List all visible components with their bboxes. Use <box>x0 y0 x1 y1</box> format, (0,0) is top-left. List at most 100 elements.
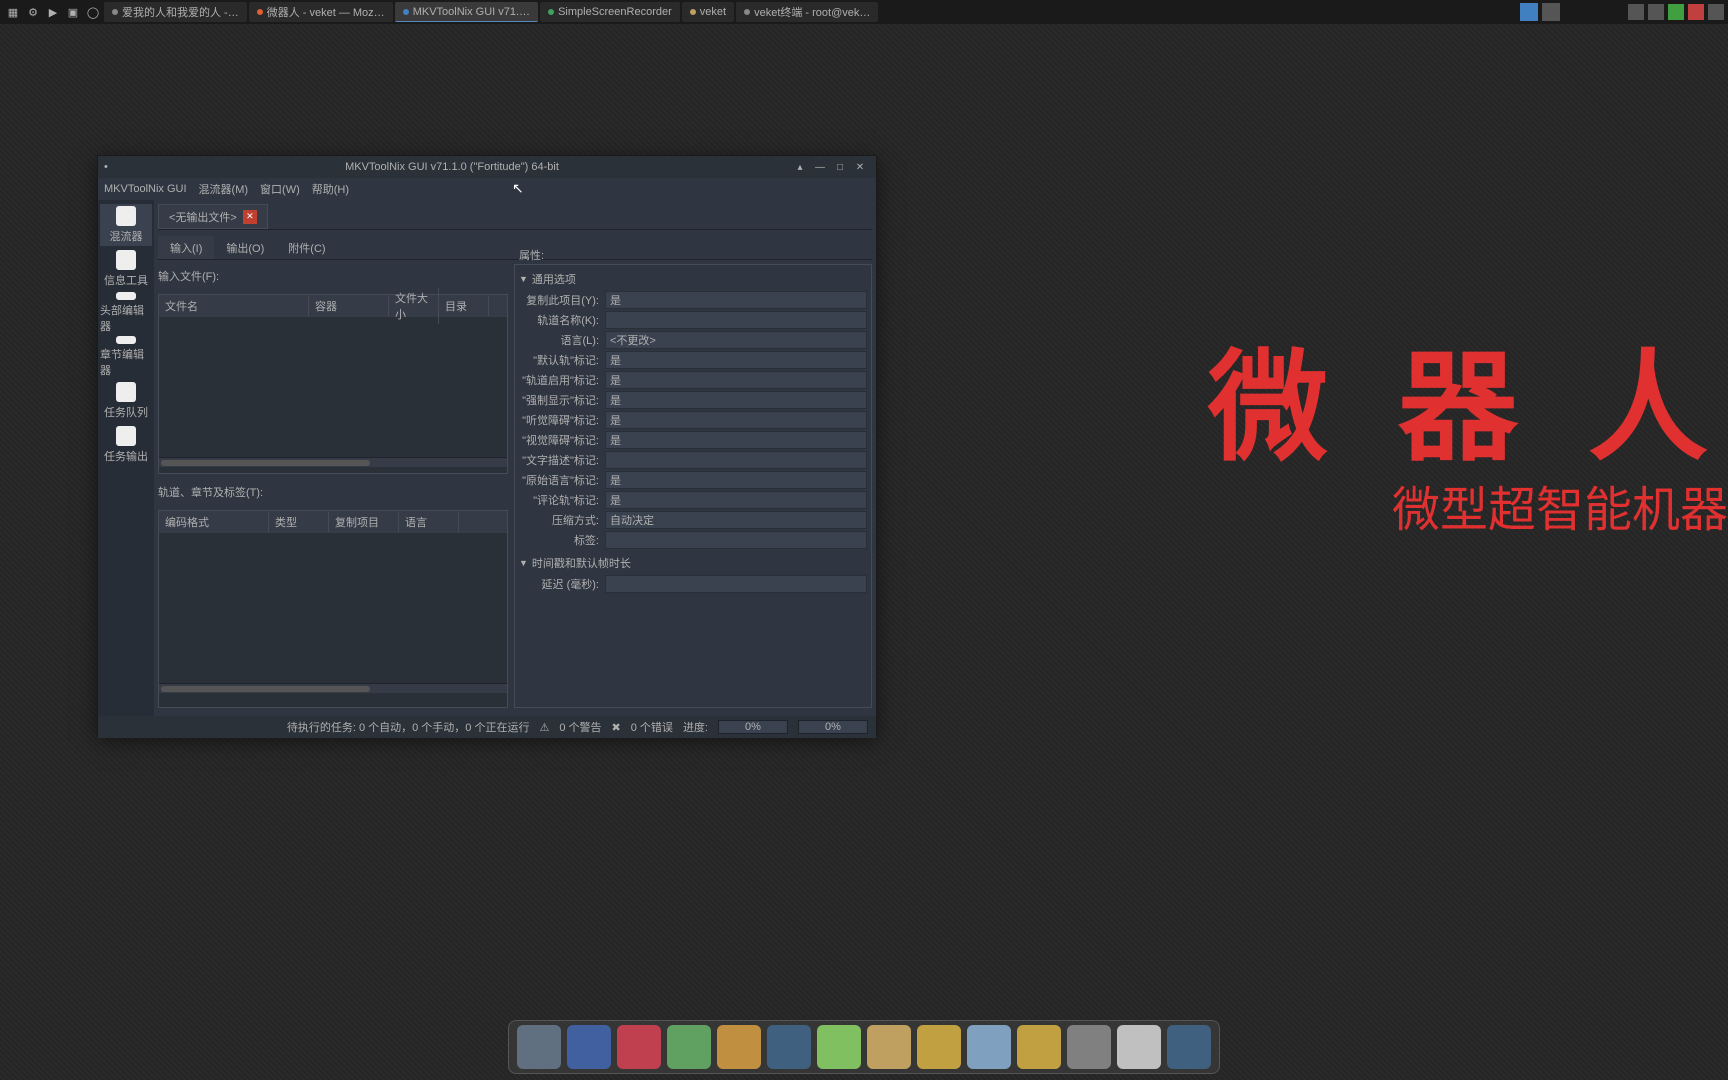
tray-battery-icon[interactable] <box>1668 4 1684 20</box>
dock-app[interactable] <box>567 1025 611 1069</box>
places-icon[interactable]: ⚙ <box>24 3 42 21</box>
property-field[interactable]: 是 <box>605 431 867 449</box>
property-field[interactable] <box>605 451 867 469</box>
property-field[interactable] <box>605 575 867 593</box>
menu-window[interactable]: 窗口(W) <box>260 181 300 197</box>
group-title: 时间戳和默认帧时长 <box>532 555 631 571</box>
scrollbar[interactable] <box>159 683 507 693</box>
input-files-table[interactable]: 文件名容器文件大小目录 <box>158 294 508 474</box>
group-title: 通用选项 <box>532 271 576 287</box>
titlebar[interactable]: • MKVToolNix GUI v71.1.0 ("Fortitude") 6… <box>98 156 876 178</box>
taskbar-item[interactable]: MKVToolNix GUI v71.… <box>395 2 538 22</box>
tab-close-icon[interactable]: ✕ <box>243 210 257 224</box>
column-header[interactable]: 语言 <box>399 512 459 532</box>
system-tray <box>1520 3 1724 21</box>
property-field[interactable]: 自动决定 <box>605 511 867 529</box>
column-header[interactable]: 目录 <box>439 296 489 316</box>
column-header[interactable]: 复制项目 <box>329 512 399 532</box>
column-header[interactable]: 类型 <box>269 512 329 532</box>
group-general[interactable]: ▼ 通用选项 <box>519 269 867 289</box>
property-field[interactable]: 是 <box>605 491 867 509</box>
property-row: 标签: <box>519 531 867 549</box>
subtab[interactable]: 附件(C) <box>276 236 337 259</box>
tool-item[interactable]: 任务队列 <box>100 380 152 422</box>
property-row: "文字描述"标记: <box>519 451 867 469</box>
dock-app[interactable] <box>717 1025 761 1069</box>
menu-app[interactable]: MKVToolNix GUI <box>104 183 187 195</box>
sub-tabs: 输入(I)输出(O)附件(C) <box>158 236 872 260</box>
dock-app[interactable] <box>767 1025 811 1069</box>
property-field[interactable]: 是 <box>605 471 867 489</box>
tool-item[interactable]: 信息工具 <box>100 248 152 290</box>
column-header[interactable]: 文件名 <box>159 296 309 316</box>
property-field[interactable]: 是 <box>605 391 867 409</box>
tray-clipboard-icon[interactable] <box>1628 4 1644 20</box>
workspace-icon[interactable] <box>1542 3 1560 21</box>
app-menu-icon[interactable]: ▦ <box>4 3 22 21</box>
dock-app[interactable] <box>1167 1025 1211 1069</box>
close-button[interactable]: ✕ <box>850 159 870 175</box>
property-row: "评论轨"标记:是 <box>519 491 867 509</box>
tool-item[interactable]: 章节编辑器 <box>100 336 152 378</box>
column-header[interactable]: 编码格式 <box>159 512 269 532</box>
property-row: "原始语言"标记:是 <box>519 471 867 489</box>
web-icon[interactable]: ◯ <box>84 3 102 21</box>
tray-network-icon[interactable] <box>1648 4 1664 20</box>
dock-app[interactable] <box>1017 1025 1061 1069</box>
document-tab[interactable]: <无输出文件> ✕ <box>158 204 268 229</box>
progress-label: 进度: <box>683 719 708 735</box>
property-row: 语言(L):<不更改> <box>519 331 867 349</box>
dock-app[interactable] <box>867 1025 911 1069</box>
dock-app[interactable] <box>967 1025 1011 1069</box>
warning-icon[interactable]: ⚠ <box>539 721 549 734</box>
dock-app[interactable] <box>517 1025 561 1069</box>
pending-jobs: 待执行的任务: 0 个自动，0 个手动，0 个正在运行 <box>106 719 529 735</box>
minimize-button[interactable]: — <box>810 159 830 175</box>
errors-count: 0 个错误 <box>631 719 673 735</box>
property-field[interactable]: 是 <box>605 291 867 309</box>
column-header[interactable]: 容器 <box>309 296 389 316</box>
property-field[interactable]: 是 <box>605 351 867 369</box>
dock-app[interactable] <box>667 1025 711 1069</box>
property-label: "听觉障碍"标记: <box>519 412 599 428</box>
taskbar-item[interactable]: 微器人 - veket — Moz… <box>249 2 393 22</box>
property-field[interactable]: 是 <box>605 371 867 389</box>
property-row: "视觉障碍"标记:是 <box>519 431 867 449</box>
taskbar-item[interactable]: 爱我的人和我爱的人 -… <box>104 2 247 22</box>
terminal-icon[interactable]: ▣ <box>64 3 82 21</box>
column-header[interactable]: 文件大小 <box>389 288 439 324</box>
tool-item[interactable]: 头部编辑器 <box>100 292 152 334</box>
taskbar-item[interactable]: SimpleScreenRecorder <box>540 2 680 22</box>
menu-mux[interactable]: 混流器(M) <box>199 181 249 197</box>
property-field[interactable]: <不更改> <box>605 331 867 349</box>
dock-app[interactable] <box>1117 1025 1161 1069</box>
subtab[interactable]: 输入(I) <box>158 236 214 259</box>
error-icon[interactable]: ✖ <box>612 721 621 734</box>
taskbar-item[interactable]: veket <box>682 2 734 22</box>
property-field[interactable]: 是 <box>605 411 867 429</box>
menu-help[interactable]: 帮助(H) <box>312 181 349 197</box>
dock-app[interactable] <box>817 1025 861 1069</box>
tray-volume-icon[interactable] <box>1688 4 1704 20</box>
shade-button[interactable]: ▴ <box>790 159 810 175</box>
property-field[interactable] <box>605 531 867 549</box>
tool-item[interactable]: 混流器 <box>100 204 152 246</box>
property-label: 轨道名称(K): <box>519 312 599 328</box>
property-field[interactable] <box>605 311 867 329</box>
scrollbar[interactable] <box>159 457 507 467</box>
subtab[interactable]: 输出(O) <box>214 236 276 259</box>
taskbar-item[interactable]: veket终端 - root@vek… <box>736 2 878 22</box>
tool-sidebar: 混流器信息工具头部编辑器章节编辑器任务队列任务输出 <box>98 200 154 716</box>
group-timing[interactable]: ▼ 时间戳和默认帧时长 <box>519 553 867 573</box>
property-label: 标签: <box>519 532 599 548</box>
tracks-table[interactable]: 编码格式类型复制项目语言 <box>158 510 508 708</box>
maximize-button[interactable]: □ <box>830 159 850 175</box>
tool-item[interactable]: 任务输出 <box>100 424 152 466</box>
run-icon[interactable]: ▶ <box>44 3 62 21</box>
dock-app[interactable] <box>617 1025 661 1069</box>
tray-menu-icon[interactable] <box>1708 4 1724 20</box>
dock-app[interactable] <box>1067 1025 1111 1069</box>
taskbar: ▦ ⚙ ▶ ▣ ◯ 爱我的人和我爱的人 -…微器人 - veket — Moz…… <box>0 0 1728 24</box>
display-icon[interactable] <box>1520 3 1538 21</box>
dock-app[interactable] <box>917 1025 961 1069</box>
